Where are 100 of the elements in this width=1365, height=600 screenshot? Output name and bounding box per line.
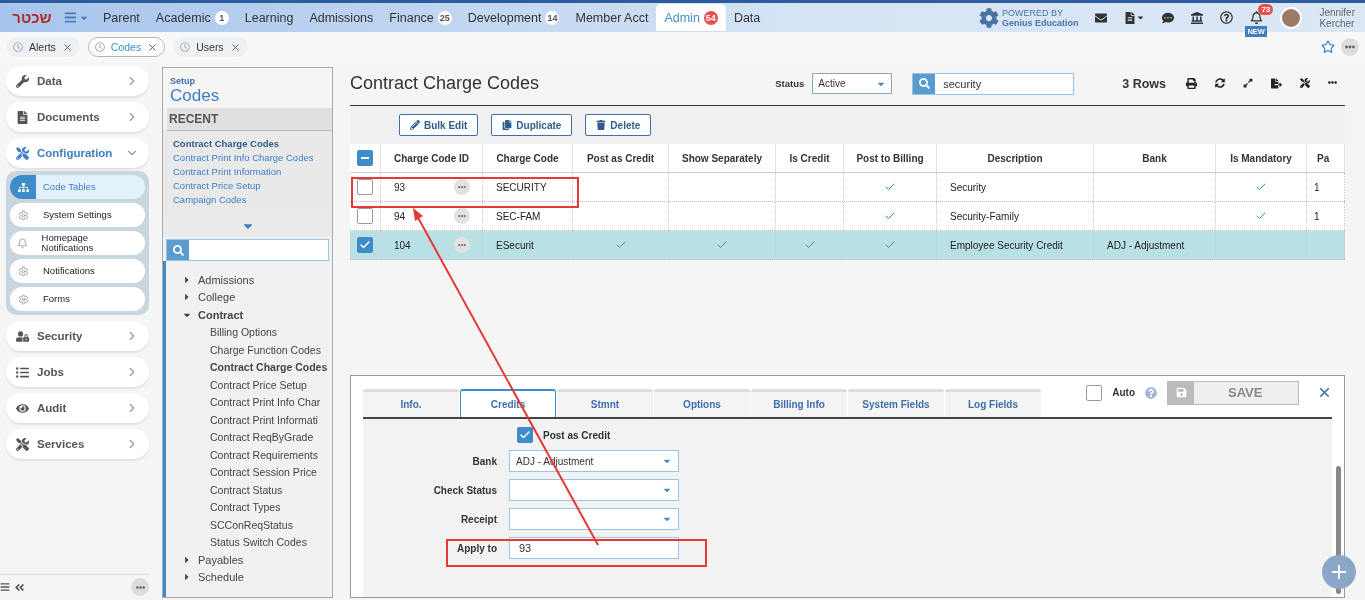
select-field[interactable] bbox=[509, 508, 679, 530]
tree-node[interactable]: Schedule bbox=[182, 568, 332, 586]
column-header[interactable]: Show Separately bbox=[669, 144, 776, 172]
table-row[interactable]: 94 SEC-FAM Security-Family 1 bbox=[350, 202, 1345, 231]
action-button[interactable]: Bulk Edit bbox=[399, 114, 479, 136]
column-header[interactable]: Post as Credit bbox=[573, 144, 669, 172]
row-menu-button[interactable] bbox=[454, 237, 470, 253]
tree-node[interactable]: Admissions bbox=[182, 271, 332, 289]
more-button[interactable] bbox=[131, 578, 149, 596]
input-field[interactable]: 93 bbox=[509, 537, 679, 559]
submenu-item[interactable]: Code Tables bbox=[10, 175, 145, 199]
column-header[interactable]: Description bbox=[937, 144, 1094, 172]
detail-tab[interactable]: Billing Info bbox=[751, 389, 847, 417]
building-icon[interactable] bbox=[1191, 11, 1204, 24]
action-button[interactable]: Delete bbox=[585, 114, 652, 136]
tree-node[interactable]: Contract bbox=[182, 306, 332, 324]
tree-item[interactable]: Contract ReqByGrade bbox=[182, 428, 332, 446]
tree-item[interactable]: Contract Print Info Char bbox=[182, 393, 332, 411]
column-header[interactable]: Charge Code ID bbox=[381, 144, 483, 172]
sidebar-section[interactable]: Documents bbox=[6, 102, 149, 132]
detail-tab[interactable]: Log Fields bbox=[945, 389, 1041, 417]
tree-item[interactable]: Contract Requirements bbox=[182, 446, 332, 464]
school-logo[interactable]: שכטר bbox=[6, 5, 58, 30]
nav-tab[interactable]: Finance 25 bbox=[381, 4, 460, 31]
sidebar-section[interactable]: Audit bbox=[6, 393, 149, 423]
row-menu-button[interactable] bbox=[454, 208, 470, 224]
print-icon[interactable] bbox=[1186, 78, 1197, 89]
table-row[interactable]: 104 ESecurit Employee Security Credit ADJ - Adjustment bbox=[350, 231, 1345, 260]
export-icon[interactable] bbox=[1271, 78, 1282, 89]
sidebar-section[interactable]: Services bbox=[6, 429, 149, 459]
document-menu-button[interactable] bbox=[1124, 11, 1146, 24]
checkbox[interactable] bbox=[517, 427, 533, 443]
column-header[interactable]: Post to Billing bbox=[844, 144, 937, 172]
row-menu-button[interactable] bbox=[454, 179, 470, 195]
recent-link[interactable]: Contract Print Information bbox=[173, 165, 322, 179]
user-name[interactable]: Jennifer Kercher bbox=[1319, 6, 1355, 29]
detail-tab[interactable]: Stmnt bbox=[557, 389, 653, 417]
chat-icon[interactable] bbox=[1162, 11, 1175, 24]
search-field[interactable]: security bbox=[912, 72, 1075, 95]
tree-item[interactable]: Contract Types bbox=[182, 498, 332, 516]
tree-item[interactable]: Contract Charge Codes bbox=[182, 358, 332, 376]
tree-item[interactable]: Contract Price Setup bbox=[182, 376, 332, 394]
submenu-item[interactable]: System Settings bbox=[10, 203, 145, 227]
search-field[interactable] bbox=[166, 239, 329, 261]
sidebar-section[interactable]: Configuration bbox=[6, 138, 149, 168]
tree-node[interactable]: Payables bbox=[182, 551, 332, 569]
nav-tab[interactable]: Data bbox=[725, 4, 769, 31]
avatar[interactable] bbox=[1280, 6, 1303, 29]
collapse-icon[interactable] bbox=[14, 581, 25, 593]
recent-link[interactable]: Contract Charge Codes bbox=[173, 137, 322, 151]
star-icon[interactable] bbox=[1321, 40, 1335, 54]
sidebar-section[interactable]: Data bbox=[6, 66, 149, 96]
add-button[interactable] bbox=[1322, 555, 1356, 589]
column-header[interactable]: Pa bbox=[1307, 144, 1345, 172]
checkbox[interactable] bbox=[1086, 384, 1103, 401]
column-header[interactable]: Charge Code bbox=[483, 144, 573, 172]
open-tab[interactable]: Alerts bbox=[6, 37, 80, 57]
tree-item[interactable]: Contract Print Informati bbox=[182, 411, 332, 429]
open-tab[interactable]: Users bbox=[173, 37, 248, 57]
close-icon[interactable] bbox=[229, 41, 241, 53]
nav-tab[interactable]: Parent bbox=[95, 4, 148, 31]
select-all-checkbox[interactable] bbox=[357, 150, 373, 166]
nav-tab[interactable]: Academic 1 bbox=[147, 4, 237, 31]
expand-icon[interactable] bbox=[1243, 78, 1253, 88]
nav-tab[interactable]: Member Acct bbox=[567, 4, 657, 31]
checkbox[interactable] bbox=[357, 208, 373, 224]
tree-item[interactable]: Billing Options bbox=[182, 323, 332, 341]
nav-tab[interactable]: Learning bbox=[236, 4, 302, 31]
help-icon[interactable] bbox=[1220, 11, 1234, 24]
column-header[interactable]: Bank bbox=[1094, 144, 1216, 172]
submenu-item[interactable]: Notifications bbox=[10, 259, 145, 283]
tools-icon[interactable] bbox=[1300, 78, 1310, 88]
recent-link[interactable]: Campaign Codes bbox=[173, 193, 322, 207]
column-header[interactable]: Is Mandatory bbox=[1216, 144, 1307, 172]
status-select[interactable]: Active bbox=[812, 73, 893, 94]
notifications-icon[interactable] bbox=[1250, 11, 1264, 24]
tree-item[interactable]: Contract Session Price bbox=[182, 463, 332, 481]
nav-tab[interactable]: Development 14 bbox=[459, 4, 568, 31]
tree-item[interactable]: SCConReqStatus bbox=[182, 516, 332, 534]
mail-icon[interactable] bbox=[1095, 11, 1108, 24]
tree-item[interactable]: Status Switch Codes bbox=[182, 533, 332, 551]
refresh-icon[interactable] bbox=[1215, 78, 1225, 88]
checkbox[interactable] bbox=[357, 179, 373, 195]
recent-link[interactable]: Contract Print Info Charge Codes bbox=[173, 151, 322, 165]
sidebar-section[interactable]: Security bbox=[6, 321, 149, 351]
nav-tab[interactable]: Admin 54 bbox=[656, 4, 726, 31]
tree-item[interactable]: Charge Function Codes bbox=[182, 341, 332, 359]
recent-link[interactable]: Contract Price Setup bbox=[173, 179, 322, 193]
table-row[interactable]: 93 SECURITY Security 1 bbox=[350, 173, 1345, 202]
menu-icon[interactable] bbox=[0, 582, 10, 592]
nav-tab[interactable]: Admissions bbox=[301, 4, 382, 31]
detail-tab[interactable]: System Fields bbox=[848, 389, 944, 417]
detail-tab[interactable]: Info. bbox=[363, 389, 459, 417]
submenu-item[interactable]: Forms bbox=[10, 287, 145, 311]
detail-tab[interactable]: Options bbox=[654, 389, 750, 417]
close-icon[interactable] bbox=[147, 41, 159, 53]
action-button[interactable]: Duplicate bbox=[491, 114, 573, 136]
column-header[interactable]: Is Credit bbox=[776, 144, 844, 172]
close-icon[interactable] bbox=[1317, 385, 1332, 400]
submenu-item[interactable]: Homepage Notifications bbox=[10, 231, 145, 255]
